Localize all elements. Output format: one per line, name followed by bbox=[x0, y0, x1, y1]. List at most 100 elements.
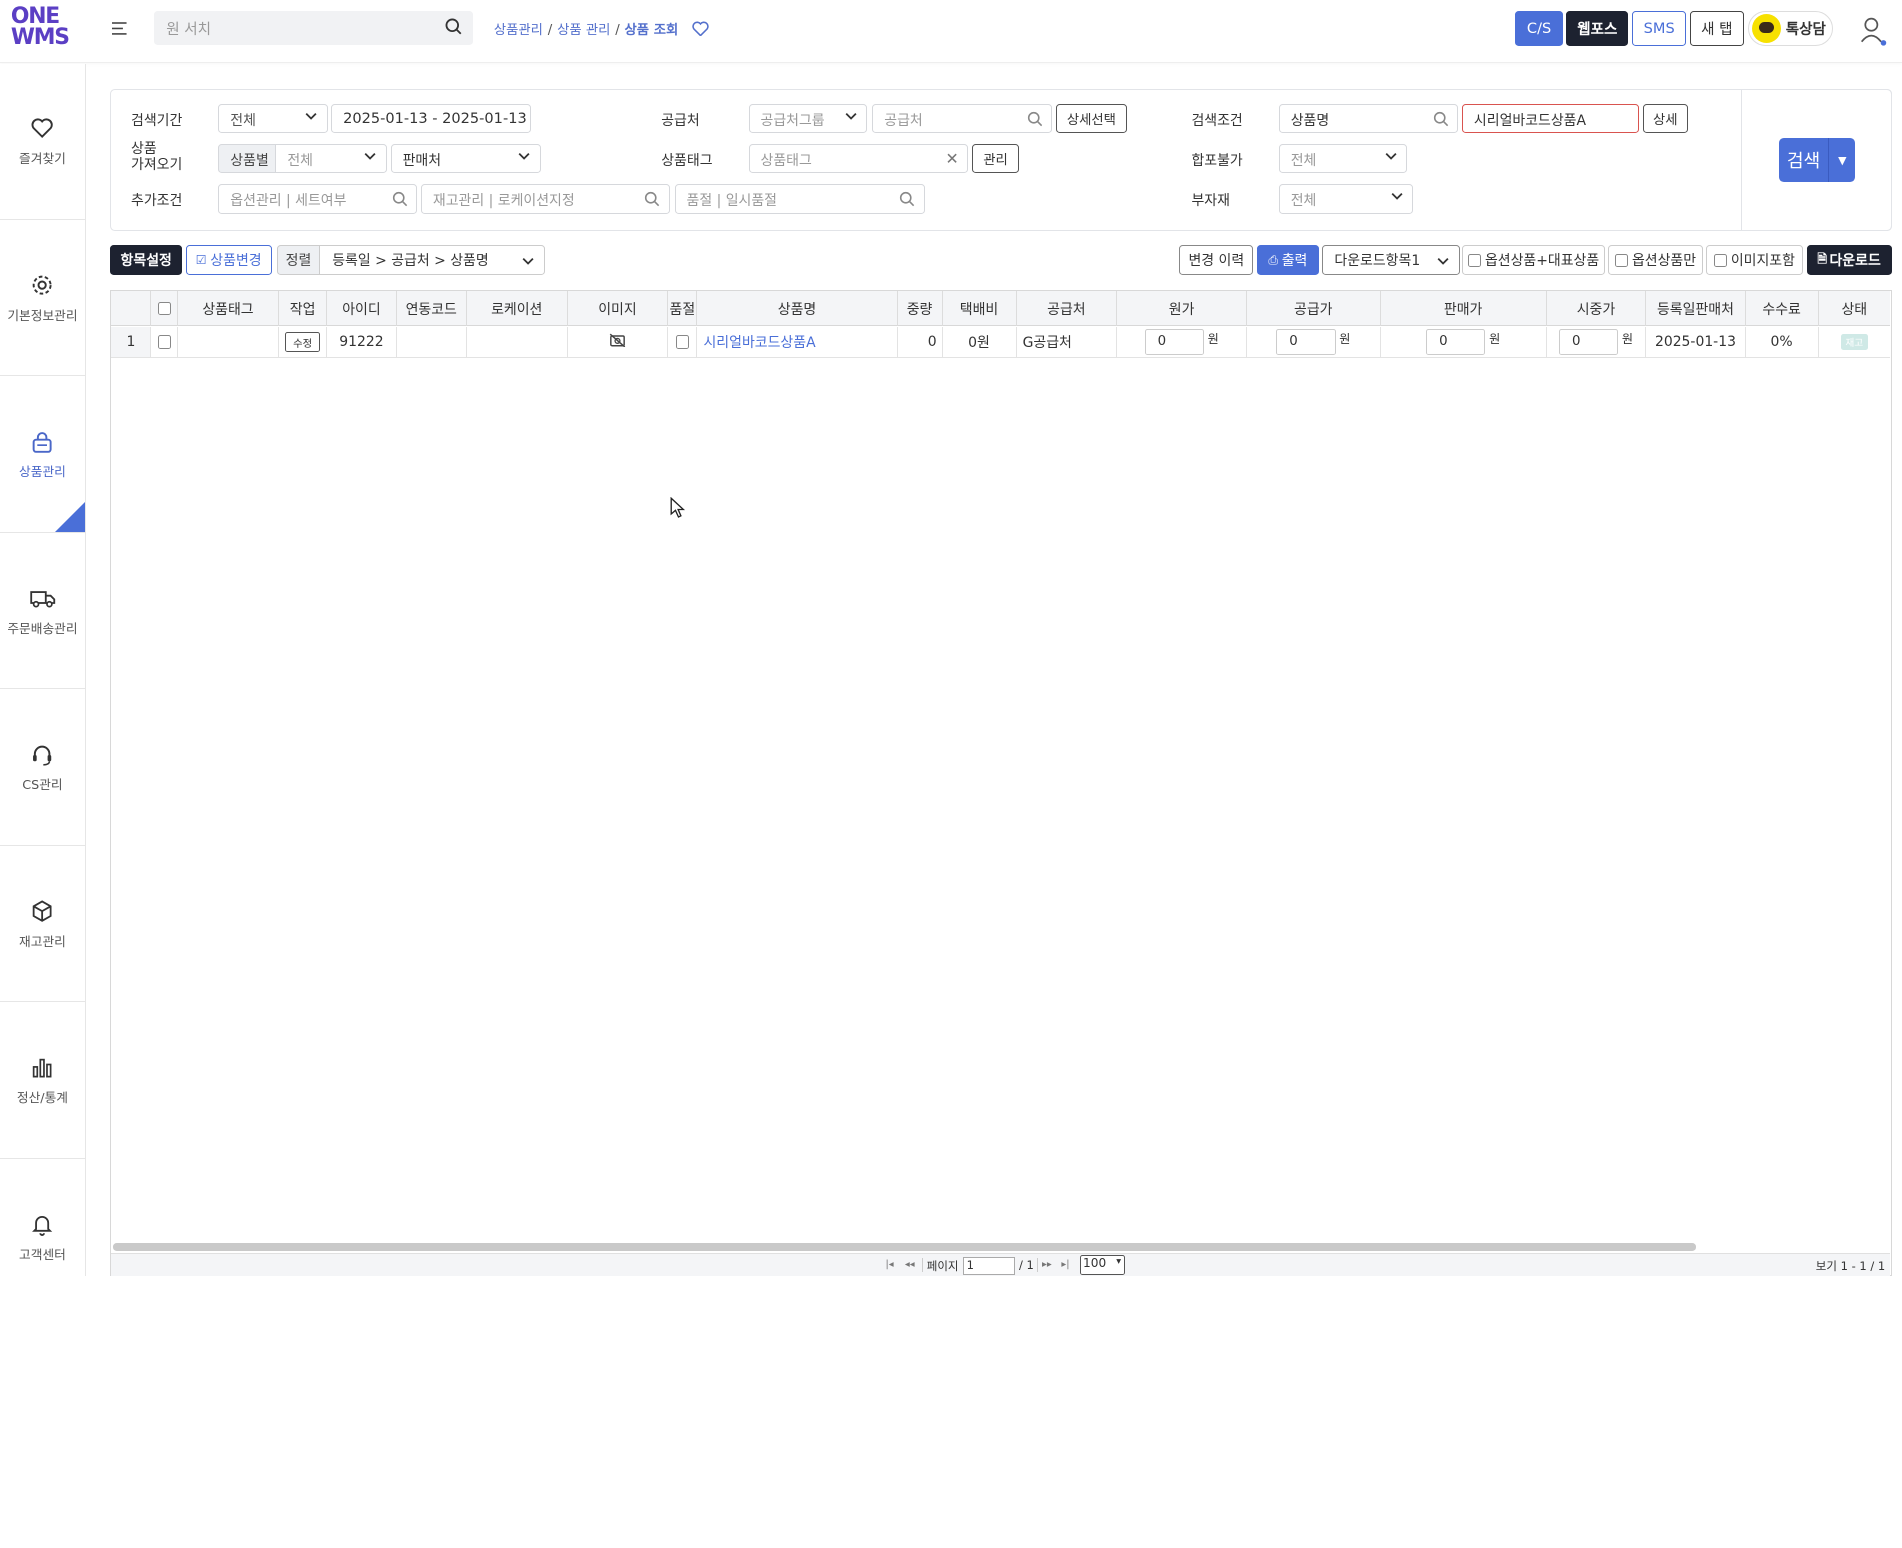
no-image-icon[interactable] bbox=[609, 333, 626, 352]
option-rep-checkbox[interactable]: 옵션상품+대표상품 bbox=[1462, 245, 1606, 276]
product-name-link[interactable]: 시리얼바코드상품A bbox=[697, 327, 898, 358]
search-icon[interactable] bbox=[445, 18, 462, 39]
cost-input[interactable]: 0 bbox=[1144, 329, 1204, 355]
edit-button[interactable]: 수정 bbox=[284, 332, 321, 352]
cell-id: 91222 bbox=[327, 327, 397, 358]
condition-field-select[interactable]: 상품명 bbox=[1278, 104, 1459, 134]
col-header[interactable]: 상품명 bbox=[697, 290, 898, 327]
chevron-down-icon bbox=[518, 150, 530, 162]
cell-tag bbox=[178, 327, 279, 358]
inventory-location-input[interactable]: 재고관리 | 로케이션지정 bbox=[421, 184, 670, 214]
search-icon bbox=[644, 191, 660, 211]
col-header[interactable]: 시중가 bbox=[1547, 290, 1647, 327]
col-header[interactable]: 로케이션 bbox=[467, 290, 568, 327]
column-settings-button[interactable]: 항목설정 bbox=[110, 245, 182, 276]
col-header[interactable]: 품절 bbox=[668, 290, 698, 327]
sub-material-select[interactable]: 전체 bbox=[1278, 184, 1414, 214]
row-checkbox[interactable] bbox=[157, 335, 171, 349]
cell-supply: 0원 bbox=[1247, 327, 1381, 358]
change-history-button[interactable]: 변경 이력 bbox=[1179, 245, 1254, 276]
soldout-input[interactable]: 품절 | 일시품절 bbox=[674, 184, 925, 214]
download-items-select[interactable]: 다운로드항목1 bbox=[1322, 245, 1460, 276]
supplier-detail-button[interactable]: 상세선택 bbox=[1055, 104, 1128, 134]
breadcrumb-item[interactable]: 상품관리 bbox=[494, 23, 543, 38]
favorite-heart-icon[interactable] bbox=[692, 21, 709, 40]
select-all-checkbox[interactable] bbox=[157, 301, 171, 316]
extra-label: 추가조건 bbox=[131, 193, 183, 210]
checkbox[interactable] bbox=[1467, 253, 1482, 267]
col-header[interactable]: 이미지 bbox=[568, 290, 669, 327]
col-header[interactable]: 상태 bbox=[1819, 291, 1891, 326]
col-header[interactable]: 연동코드 bbox=[397, 290, 467, 327]
checkbox[interactable] bbox=[1713, 253, 1728, 267]
last-page-icon[interactable]: ▸| bbox=[1061, 1259, 1069, 1270]
logo[interactable]: ONE WMS bbox=[11, 6, 72, 48]
global-search-input[interactable]: 원 서치 bbox=[154, 10, 474, 45]
col-header[interactable]: 판매가 bbox=[1381, 290, 1547, 327]
col-header[interactable]: 작업 bbox=[279, 290, 328, 327]
col-header[interactable]: 공급가 bbox=[1247, 290, 1381, 327]
sub-material-label: 부자재 bbox=[1191, 193, 1230, 210]
period-select[interactable]: 전체 bbox=[218, 104, 328, 134]
bundle-label: 합포불가 bbox=[1191, 153, 1243, 170]
sidebar-item-stats[interactable]: 정산/통계 bbox=[0, 1003, 85, 1159]
horizontal-scrollbar[interactable] bbox=[112, 1243, 1696, 1251]
market-price-input[interactable]: 0 bbox=[1558, 329, 1619, 355]
import-select[interactable]: 전체 bbox=[275, 144, 388, 174]
checkbox[interactable] bbox=[1614, 253, 1629, 267]
sidebar-item-cs[interactable]: CS관리 bbox=[0, 690, 85, 846]
sale-price-input[interactable]: 0 bbox=[1426, 329, 1486, 355]
download-button[interactable]: 🗎 다운로드 bbox=[1806, 245, 1892, 276]
row-checkbox-cell bbox=[151, 327, 179, 358]
col-header[interactable]: 아이디 bbox=[327, 290, 397, 327]
sms-button[interactable]: SMS bbox=[1631, 10, 1687, 47]
first-page-icon[interactable]: |◂ bbox=[885, 1259, 893, 1270]
sidebar-item-products[interactable]: 상품관리 bbox=[0, 377, 85, 533]
sort-select[interactable]: 등록일 > 공급처 > 상품명 bbox=[319, 245, 545, 276]
clear-icon[interactable]: ✕ bbox=[945, 149, 958, 168]
sidebar-item-favorites[interactable]: 즐겨찾기 bbox=[0, 64, 85, 220]
page-input[interactable]: 1 bbox=[963, 1256, 1016, 1275]
caret-down-icon[interactable]: ▼ bbox=[1828, 138, 1855, 182]
supplier-input[interactable]: 공급처 bbox=[872, 104, 1052, 134]
tag-manage-button[interactable]: 관리 bbox=[971, 144, 1020, 174]
page-size-select[interactable]: 100 ▾ bbox=[1079, 1255, 1125, 1275]
bar-chart-icon bbox=[30, 1056, 54, 1080]
breadcrumb-item[interactable]: 상품 관리 bbox=[557, 23, 610, 38]
search-button[interactable]: 검색 ▼ bbox=[1778, 138, 1856, 182]
option-only-checkbox[interactable]: 옵션상품만 bbox=[1607, 245, 1704, 276]
webpos-button[interactable]: 웹포스 bbox=[1566, 10, 1629, 47]
date-range-input[interactable]: 2025-01-13 - 2025-01-13 bbox=[331, 104, 532, 134]
seller-select[interactable]: 판매처 bbox=[390, 144, 542, 174]
product-change-button[interactable]: ☑ 상품변경 bbox=[185, 245, 272, 276]
supply-price-input[interactable]: 0 bbox=[1276, 329, 1336, 355]
menu-icon[interactable] bbox=[111, 21, 129, 38]
col-header[interactable]: 공급처 bbox=[1017, 290, 1118, 327]
soldout-checkbox[interactable] bbox=[675, 335, 690, 349]
talk-consult-button[interactable]: 톡상담 bbox=[1748, 10, 1834, 47]
sidebar-item-basic-info[interactable]: 기본정보관리 bbox=[0, 221, 85, 377]
tag-input[interactable]: 상품태그 ✕ bbox=[748, 144, 969, 174]
option-set-input[interactable]: 옵션관리 | 세트여부 bbox=[218, 184, 418, 214]
cell-status: 재고 bbox=[1818, 327, 1891, 358]
condition-detail-button[interactable]: 상세 bbox=[1642, 104, 1688, 134]
user-avatar-icon[interactable] bbox=[1858, 15, 1887, 52]
col-header[interactable]: 택배비 bbox=[943, 290, 1017, 327]
sidebar-item-inventory[interactable]: 재고관리 bbox=[0, 847, 85, 1003]
supplier-group-select[interactable]: 공급처그룹 bbox=[748, 104, 868, 134]
sidebar-item-orders[interactable]: 주문배송관리 bbox=[0, 534, 85, 690]
prev-page-icon[interactable]: ◂◂ bbox=[905, 1259, 915, 1270]
cs-button[interactable]: C/S bbox=[1515, 10, 1563, 47]
col-header[interactable]: 수수료 bbox=[1746, 290, 1819, 327]
next-page-icon[interactable]: ▸▸ bbox=[1042, 1259, 1052, 1270]
col-header[interactable]: 중량 bbox=[898, 290, 943, 327]
new-tab-button[interactable]: 새 탭 bbox=[1690, 10, 1744, 47]
condition-value-input[interactable]: 시리얼바코드상품A bbox=[1462, 104, 1640, 134]
sidebar-item-support[interactable]: 고객센터 bbox=[0, 1160, 85, 1276]
col-header[interactable]: 상품태그 bbox=[178, 290, 279, 327]
bundle-select[interactable]: 전체 bbox=[1278, 144, 1408, 174]
col-header[interactable]: 원가 bbox=[1117, 290, 1248, 327]
print-button[interactable]: ⎙ 출력 bbox=[1256, 245, 1319, 276]
image-include-checkbox[interactable]: 이미지포함 bbox=[1705, 245, 1803, 276]
col-header[interactable]: 등록일판매처 bbox=[1646, 290, 1746, 327]
